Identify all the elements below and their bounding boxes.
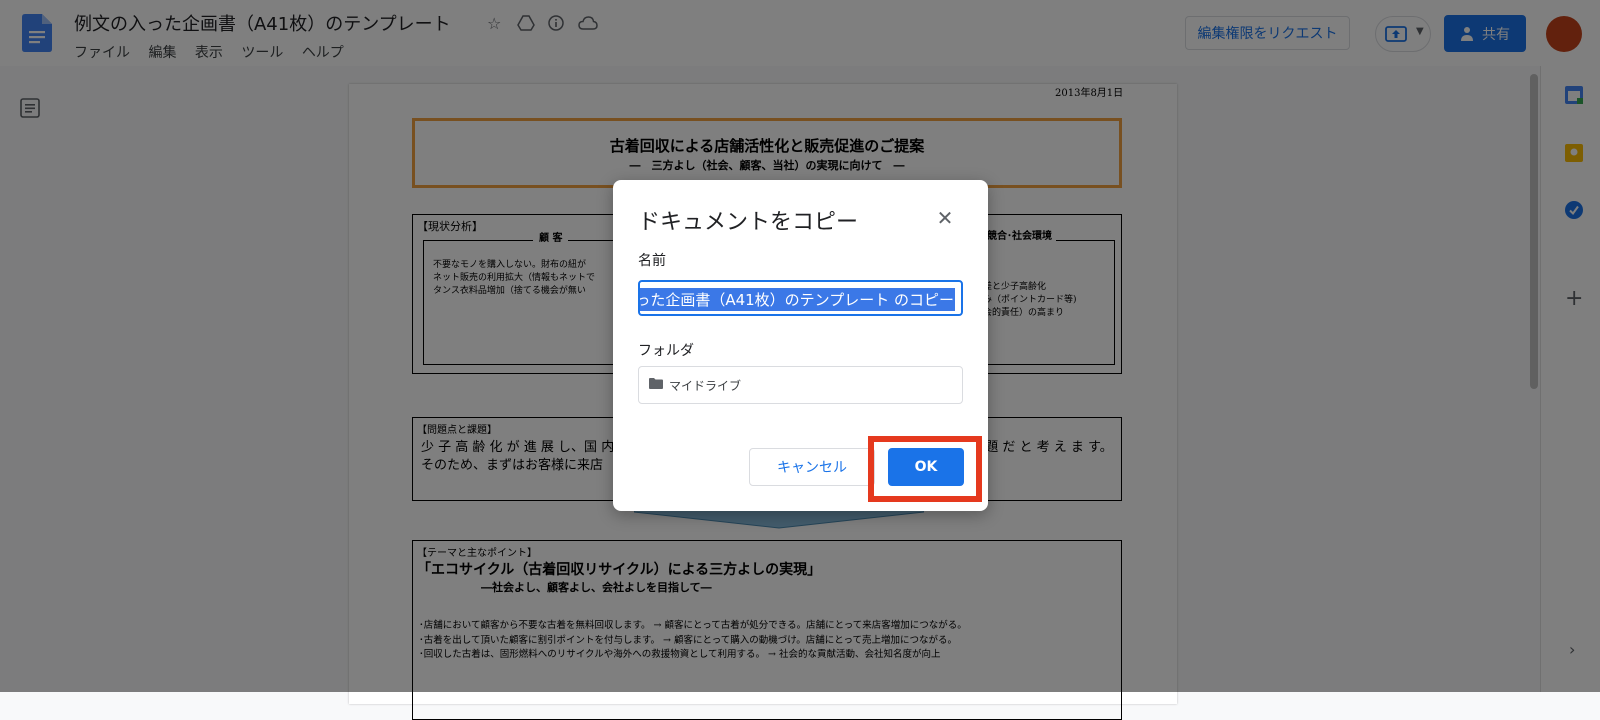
folder-icon bbox=[649, 378, 663, 389]
close-icon[interactable]: ✕ bbox=[931, 204, 959, 232]
ok-button[interactable]: OK bbox=[888, 448, 964, 486]
folder-value: マイドライブ bbox=[669, 379, 742, 393]
name-input[interactable]: 例文の入った企画書（A41枚）のテンプレート のコピー bbox=[638, 280, 963, 316]
folder-label: フォルダ bbox=[638, 343, 694, 359]
cancel-button[interactable]: キャンセル bbox=[749, 448, 875, 486]
name-input-value: 例文の入った企画書（A41枚）のテンプレート のコピー bbox=[640, 288, 955, 311]
dialog-title: ドキュメントをコピー bbox=[638, 210, 859, 235]
name-label: 名前 bbox=[638, 253, 666, 269]
folder-select[interactable]: マイドライブ bbox=[638, 366, 963, 404]
